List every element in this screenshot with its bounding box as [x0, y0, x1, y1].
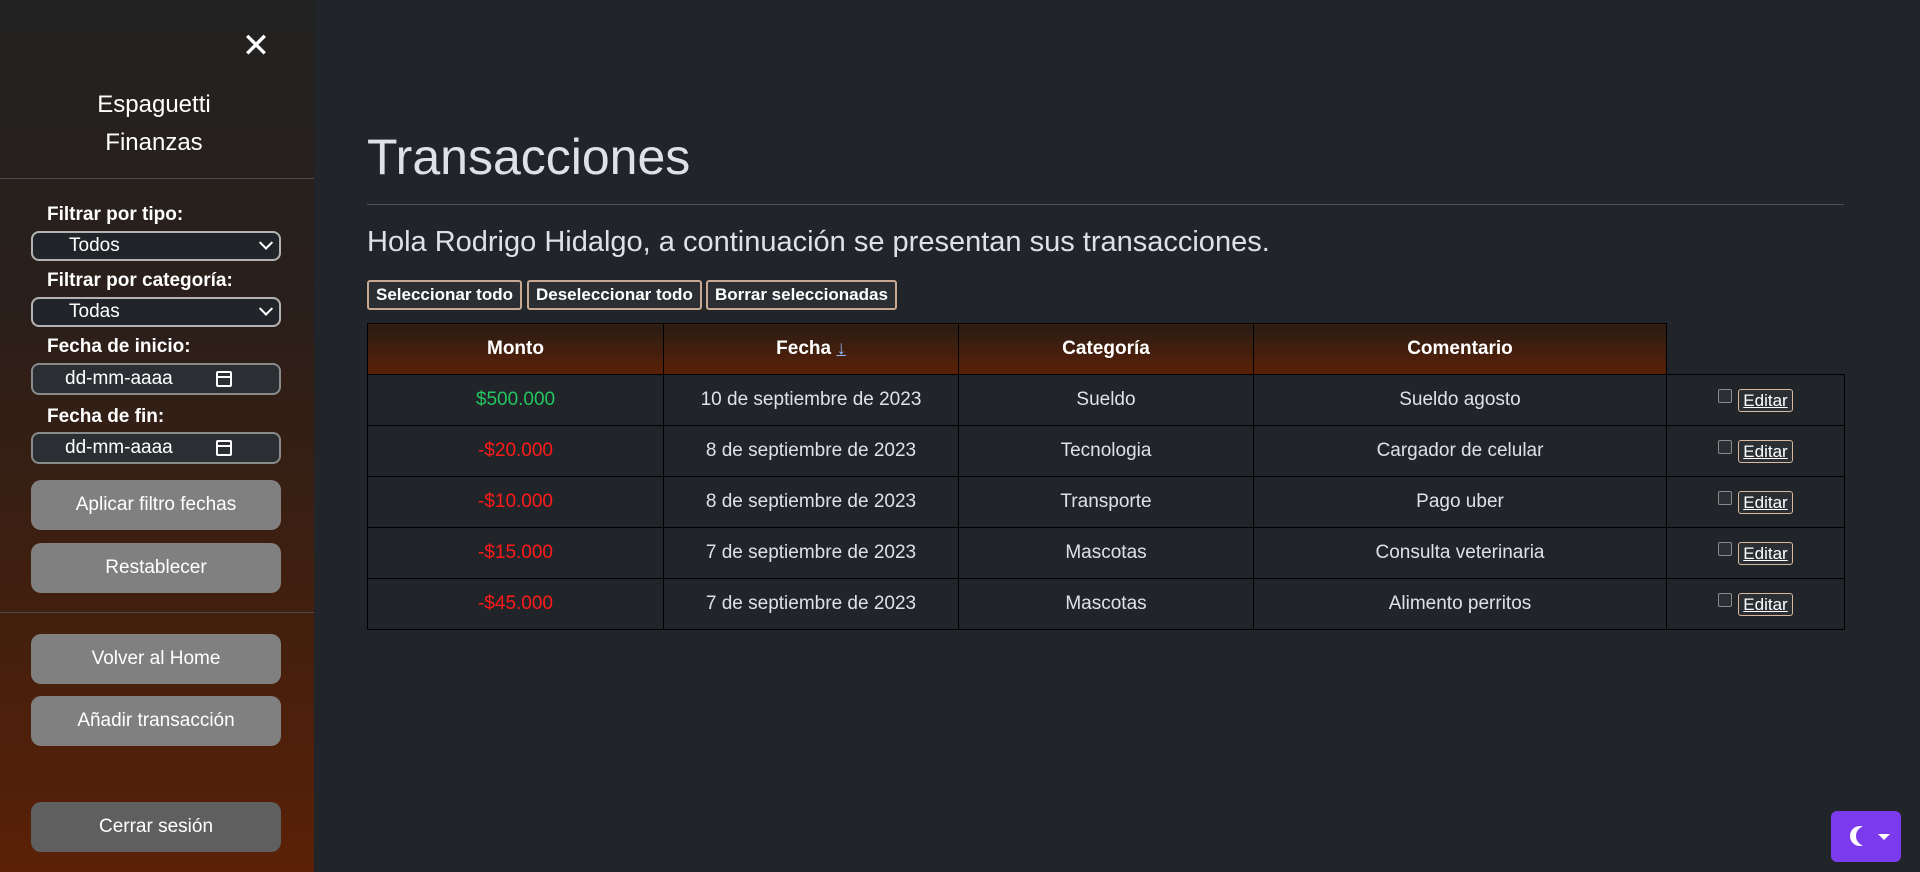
filter-type-value: Todos [69, 235, 120, 256]
transactions-table: Monto Fecha ↓ Categoría Comentario $500.… [367, 323, 1845, 630]
edit-button[interactable]: Editar [1738, 388, 1793, 412]
cell-date: 7 de septiembre de 2023 [663, 527, 959, 579]
amount-value: -$15.000 [477, 542, 553, 563]
cell-date: 8 de septiembre de 2023 [663, 425, 959, 477]
cell-date: 8 de septiembre de 2023 [663, 476, 959, 528]
header-date-label: Fecha [776, 338, 832, 359]
table-row: $500.000 10 de septiembre de 2023 Sueldo Su… [367, 374, 1845, 426]
cell-actions: Editar [1666, 425, 1845, 477]
table-row: -$15.000 7 de septiembre de 2023 Mascotas C… [367, 527, 1845, 579]
brand-line-1: Espaguetti [97, 91, 211, 118]
amount-value: $500.000 [475, 389, 556, 410]
cell-actions: Editar [1666, 578, 1845, 630]
theme-toggle-button[interactable] [1831, 811, 1901, 862]
cell-date: 7 de septiembre de 2023 [663, 578, 959, 630]
reset-button[interactable]: Restablecer [31, 543, 281, 593]
chevron-down-icon [258, 235, 274, 250]
end-date-placeholder: dd-mm-aaaa [65, 437, 173, 458]
filter-category-select[interactable]: Todas [31, 297, 281, 327]
edit-button[interactable]: Editar [1738, 490, 1793, 514]
page-title: Transacciones [367, 129, 691, 185]
calendar-icon[interactable] [216, 371, 232, 387]
row-select-checkbox[interactable] [1718, 490, 1733, 505]
amount-value: -$20.000 [477, 440, 553, 461]
row-select-checkbox[interactable] [1718, 541, 1733, 556]
start-date-placeholder: dd-mm-aaaa [65, 368, 173, 389]
cell-category: Transporte [958, 476, 1254, 528]
start-date-label: Fecha de inicio: [47, 336, 191, 357]
cell-amount: -$20.000 [367, 425, 664, 477]
header-amount[interactable]: Monto [367, 323, 664, 375]
amount-value: -$45.000 [477, 593, 553, 614]
caret-down-icon [1878, 834, 1890, 840]
header-actions [1666, 323, 1845, 375]
select-all-button[interactable]: Seleccionar todo [367, 280, 522, 310]
home-button[interactable]: Volver al Home [31, 634, 281, 684]
amount-value: -$10.000 [477, 491, 553, 512]
sidebar-divider-top [0, 178, 314, 179]
moon-stars-icon [1856, 826, 1876, 846]
start-date-input[interactable]: dd-mm-aaaa [31, 363, 281, 395]
end-date-label: Fecha de fin: [47, 406, 165, 427]
filter-type-label: Filtrar por tipo: [47, 204, 184, 225]
cell-comment: Sueldo agosto [1253, 374, 1667, 426]
edit-button[interactable]: Editar [1738, 439, 1793, 463]
cell-amount: -$45.000 [367, 578, 664, 630]
cell-date: 10 de septiembre de 2023 [663, 374, 959, 426]
edit-button[interactable]: Editar [1738, 541, 1793, 565]
header-comment[interactable]: Comentario [1253, 323, 1667, 375]
row-select-checkbox[interactable] [1718, 388, 1733, 403]
cell-category: Mascotas [958, 578, 1254, 630]
cell-comment: Alimento perritos [1253, 578, 1667, 630]
cell-category: Tecnologia [958, 425, 1254, 477]
table-row: -$45.000 7 de septiembre de 2023 Mascotas A… [367, 578, 1845, 630]
sidebar: ✕ Espaguetti Finanzas Filtrar por tipo: … [0, 0, 314, 872]
cell-actions: Editar [1666, 476, 1845, 528]
edit-button[interactable]: Editar [1738, 592, 1793, 616]
table-row: -$20.000 8 de septiembre de 2023 Tecnologi… [367, 425, 1845, 477]
header-category[interactable]: Categoría [958, 323, 1254, 375]
greeting-text: Hola Rodrigo Hidalgo, a continuación se … [367, 226, 1270, 258]
end-date-input[interactable]: dd-mm-aaaa [31, 432, 281, 464]
calendar-icon[interactable] [216, 440, 232, 456]
deselect-all-button[interactable]: Deseleccionar todo [527, 280, 702, 310]
filter-category-label: Filtrar por categoría: [47, 270, 233, 291]
sort-desc-icon[interactable]: ↓ [836, 338, 846, 359]
header-date[interactable]: Fecha ↓ [663, 323, 959, 375]
cell-amount: -$10.000 [367, 476, 664, 528]
row-select-checkbox[interactable] [1718, 592, 1733, 607]
cell-actions: Editar [1666, 374, 1845, 426]
cell-actions: Editar [1666, 527, 1845, 579]
cell-comment: Consulta veterinaria [1253, 527, 1667, 579]
table-row: -$10.000 8 de septiembre de 2023 Transport… [367, 476, 1845, 528]
cell-comment: Pago uber [1253, 476, 1667, 528]
brand-title: Espaguetti Finanzas [0, 86, 308, 162]
cell-comment: Cargador de celular [1253, 425, 1667, 477]
logout-button[interactable]: Cerrar sesión [31, 802, 281, 852]
title-divider [367, 204, 1844, 205]
cell-category: Mascotas [958, 527, 1254, 579]
sidebar-divider-bottom [0, 612, 314, 613]
delete-selected-button[interactable]: Borrar seleccionadas [706, 280, 897, 310]
add-transaction-button[interactable]: Añadir transacción [31, 696, 281, 746]
close-sidebar-icon[interactable]: ✕ [240, 29, 272, 63]
table-header-row: Monto Fecha ↓ Categoría Comentario [367, 323, 1845, 375]
apply-date-filter-button[interactable]: Aplicar filtro fechas [31, 480, 281, 530]
chevron-down-icon [258, 301, 274, 316]
cell-category: Sueldo [958, 374, 1254, 426]
brand-line-2: Finanzas [105, 129, 203, 156]
filter-category-value: Todas [69, 301, 120, 322]
cell-amount: -$15.000 [367, 527, 664, 579]
cell-amount: $500.000 [367, 374, 664, 426]
row-select-checkbox[interactable] [1718, 439, 1733, 454]
filter-type-select[interactable]: Todos [31, 231, 281, 261]
